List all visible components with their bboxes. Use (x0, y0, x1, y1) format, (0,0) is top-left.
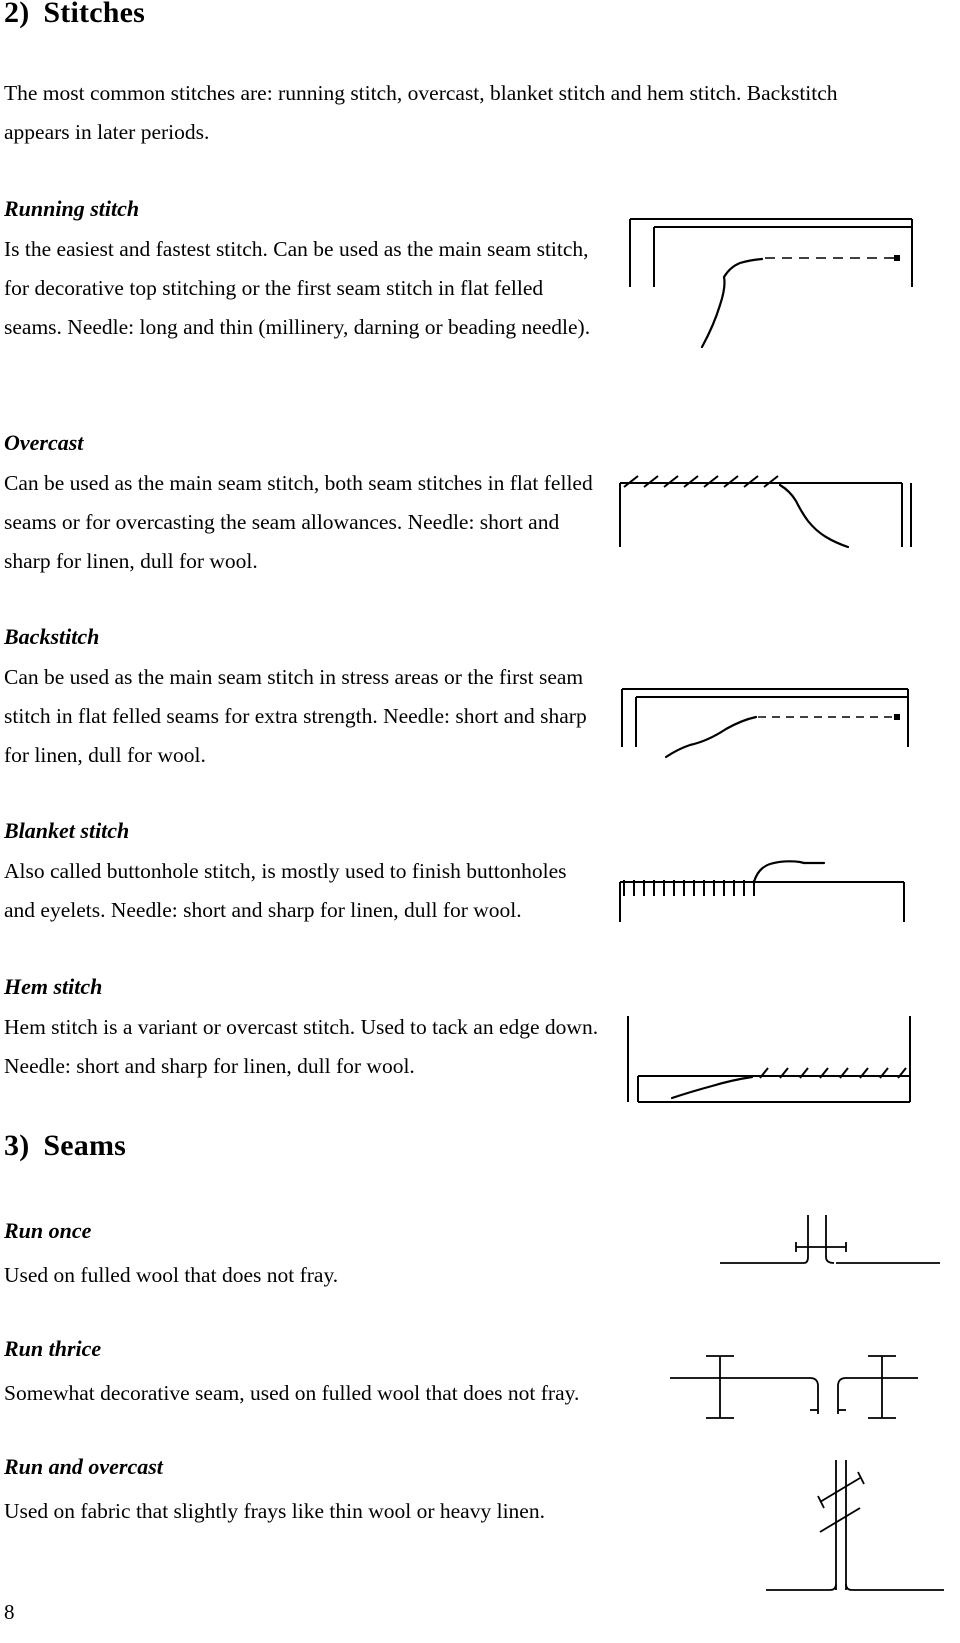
subheading-overcast: Overcast (4, 430, 84, 455)
paragraph-running-stitch: Is the easiest and fastest stitch. Can b… (4, 237, 591, 339)
subheading-hem-stitch: Hem stitch (4, 974, 103, 999)
subheading-run-thrice: Run thrice (4, 1336, 102, 1361)
section-heading-stitches: 2) Stitches (4, 0, 884, 30)
section-heading-seams: 3) Seams (4, 1129, 884, 1163)
section-number-seams: 3) (4, 1129, 30, 1162)
subheading-blanket-stitch: Blanket stitch (4, 818, 130, 843)
paragraph-run-and-overcast: Used on fabric that slightly frays like … (4, 1499, 545, 1523)
document-page: 2) Stitches The most common stitches are:… (0, 0, 960, 1643)
section-number: 2) (4, 0, 30, 29)
paragraph-backstitch: Can be used as the main seam stitch in s… (4, 665, 587, 767)
paragraph-run-once: Used on fulled wool that does not fray. (4, 1263, 339, 1287)
subheading-backstitch: Backstitch (4, 624, 100, 649)
subheading-run-once: Run once (4, 1218, 92, 1243)
run-once-diagram (700, 1205, 950, 1315)
paragraph-run-thrice: Somewhat decorative seam, used on fulled… (4, 1381, 580, 1405)
run-and-overcast-diagram (760, 1440, 950, 1635)
running-stitch-diagram (620, 205, 920, 350)
subheading-running-stitch: Running stitch (4, 196, 140, 221)
paragraph-hem-stitch: Hem stitch is a variant or overcast stit… (4, 1015, 599, 1078)
page-number: 8 (4, 1600, 15, 1624)
subheading-run-and-overcast: Run and overcast (4, 1454, 163, 1479)
section-title: Stitches (43, 0, 145, 29)
backstitch-diagram (608, 645, 918, 760)
stitches-intro-paragraph: The most common stitches are: running st… (4, 81, 838, 144)
run-thrice-diagram (660, 1322, 960, 1432)
paragraph-blanket-stitch: Also called buttonhole stitch, is mostly… (4, 859, 567, 922)
blanket-stitch-diagram (608, 810, 918, 925)
section-title-seams: Seams (43, 1129, 127, 1162)
paragraph-overcast: Can be used as the main seam stitch, bot… (4, 471, 593, 573)
hem-stitch-diagram (620, 1010, 920, 1115)
overcast-stitch-diagram (608, 443, 918, 553)
